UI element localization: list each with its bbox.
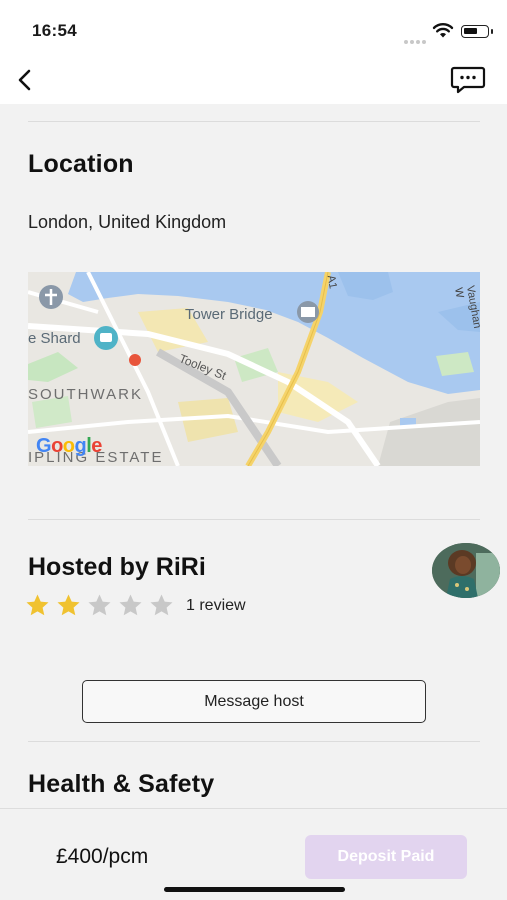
map-label-southwark: SOUTHWARK (28, 386, 143, 403)
divider (28, 519, 480, 520)
nav-bar (0, 56, 507, 104)
message-host-button[interactable]: Message host (82, 680, 426, 723)
star-empty-icon (119, 594, 142, 616)
map-label-a1: A1 (324, 274, 339, 290)
star-empty-icon (150, 594, 173, 616)
star-filled-icon (57, 594, 80, 616)
listing-screen: 16:54 Location London, United Kingdom To… (0, 0, 507, 900)
chevron-left-icon[interactable] (10, 64, 42, 96)
location-map[interactable]: Tower Bridge e Shard SOUTHWARK Tooley St… (28, 272, 480, 466)
health-safety-title: Health & Safety (28, 770, 215, 798)
status-bar: 16:54 (0, 0, 507, 56)
map-label-tower-bridge: Tower Bridge (185, 306, 273, 323)
divider (28, 741, 480, 742)
deposit-paid-button[interactable]: Deposit Paid (305, 835, 467, 879)
home-indicator (164, 887, 345, 892)
status-time: 16:54 (32, 21, 77, 40)
google-logo: Google (36, 435, 102, 457)
host-title: Hosted by RiRi (28, 553, 206, 581)
divider (28, 121, 480, 122)
chat-bubble-icon[interactable] (450, 66, 486, 94)
star-empty-icon (88, 594, 111, 616)
location-address: London, United Kingdom (28, 212, 227, 232)
battery-icon (461, 25, 493, 38)
bottom-bar: £400/pcm Deposit Paid (0, 808, 507, 900)
star-filled-icon (26, 594, 49, 616)
wifi-icon (432, 23, 454, 38)
location-title: Location (28, 150, 134, 178)
host-avatar[interactable] (432, 543, 500, 598)
map-label-shard: e Shard (28, 330, 81, 347)
price-label: £400/pcm (56, 845, 149, 868)
rating-stars (25, 593, 174, 618)
signal-icon (404, 31, 428, 49)
reviews-count[interactable]: 1 review (186, 597, 246, 615)
